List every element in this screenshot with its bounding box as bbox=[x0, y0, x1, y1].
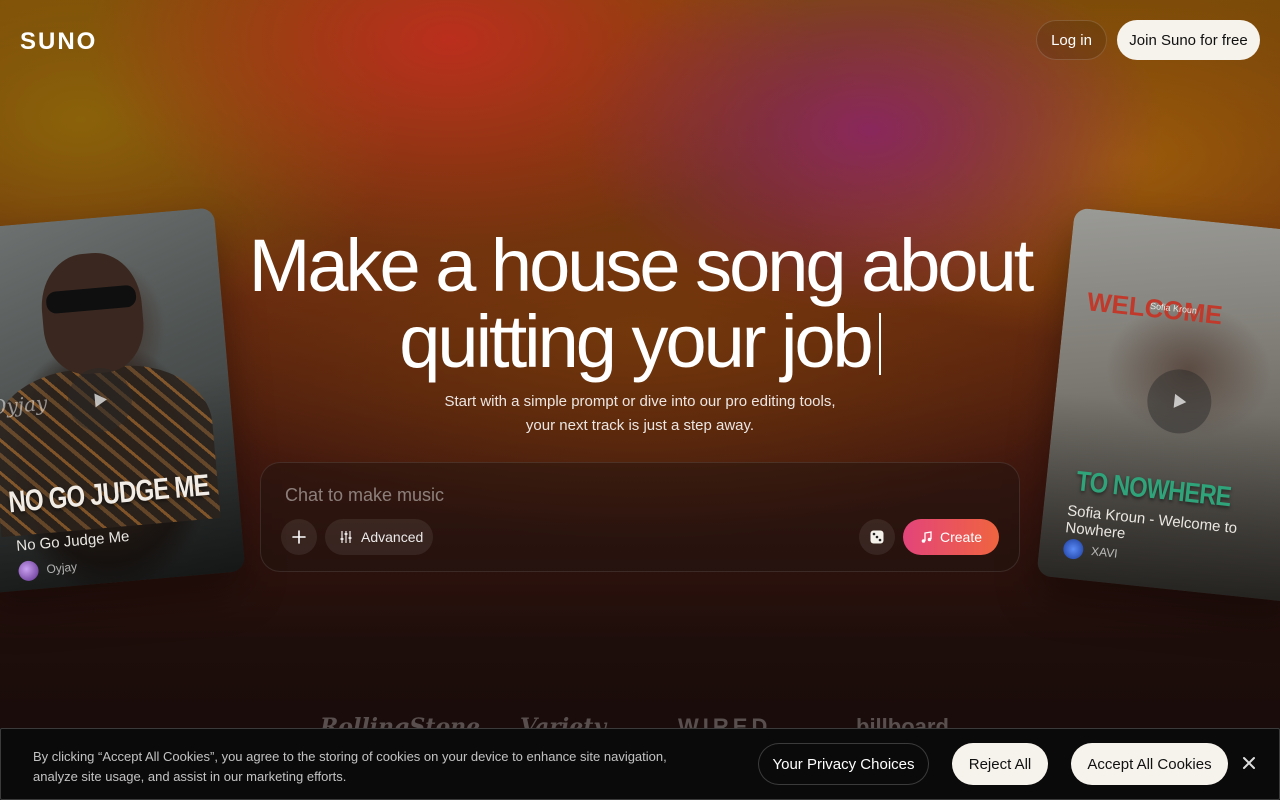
join-free-button[interactable]: Join Suno for free bbox=[1117, 20, 1260, 60]
dice-icon bbox=[870, 530, 884, 544]
hero-headline: Make a house song about quitting your jo… bbox=[0, 228, 1280, 380]
cookie-banner: By clicking “Accept All Cookies”, you ag… bbox=[0, 728, 1280, 800]
headline-line-2-text: quitting your job bbox=[399, 300, 873, 383]
privacy-choices-button[interactable]: Your Privacy Choices bbox=[758, 743, 929, 785]
artist-name: XAVI bbox=[1090, 544, 1119, 561]
accept-all-button[interactable]: Accept All Cookies bbox=[1071, 743, 1228, 785]
artist-avatar bbox=[1062, 538, 1085, 561]
close-banner-button[interactable] bbox=[1239, 753, 1259, 773]
advanced-label: Advanced bbox=[361, 529, 424, 545]
advanced-button[interactable]: Advanced bbox=[325, 519, 433, 555]
headline-line-2: quitting your job bbox=[0, 304, 1280, 380]
add-button[interactable] bbox=[281, 519, 317, 555]
chat-input[interactable] bbox=[285, 483, 985, 507]
music-note-icon bbox=[921, 530, 932, 543]
close-icon bbox=[1243, 757, 1255, 769]
cookie-text: By clicking “Accept All Cookies”, you ag… bbox=[33, 749, 667, 784]
cover-watermark: Oyjay bbox=[0, 390, 49, 420]
random-prompt-button[interactable] bbox=[859, 519, 895, 555]
chat-box: Advanced Create bbox=[260, 462, 1020, 572]
play-icon bbox=[1173, 393, 1187, 408]
sliders-icon bbox=[340, 531, 352, 543]
artist-avatar bbox=[17, 560, 40, 582]
suno-logo[interactable]: SUNO bbox=[20, 28, 97, 56]
typing-cursor bbox=[878, 313, 881, 375]
artist-name: Oyjay bbox=[45, 559, 78, 577]
create-button[interactable]: Create bbox=[903, 519, 999, 555]
headline-line-1: Make a house song about bbox=[248, 224, 1035, 307]
plus-icon bbox=[292, 530, 306, 544]
reject-all-button[interactable]: Reject All bbox=[952, 743, 1048, 785]
hero-subtext: Start with a simple prompt or dive into … bbox=[444, 393, 836, 434]
login-button[interactable]: Log in bbox=[1036, 20, 1107, 60]
artist-row[interactable]: XAVI bbox=[1062, 538, 1118, 564]
play-icon bbox=[94, 393, 107, 408]
create-label: Create bbox=[939, 529, 983, 545]
artist-row[interactable]: Oyjay bbox=[17, 557, 78, 582]
